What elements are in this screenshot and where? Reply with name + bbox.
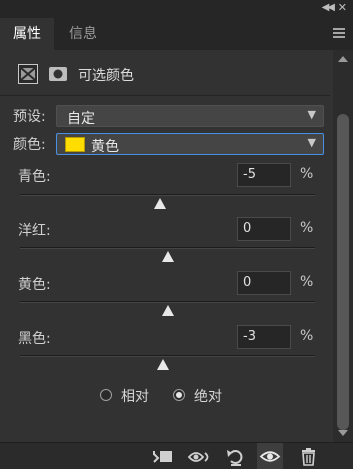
clip-to-layer-button[interactable] [150, 446, 176, 468]
colors-label: 颜色: [13, 137, 46, 153]
tab-info[interactable]: 信息 [56, 18, 110, 50]
relative-radio[interactable] [100, 389, 112, 401]
collapse-panels-icon[interactable]: ◀◀ [322, 2, 335, 13]
magenta-slider-thumb[interactable] [161, 251, 174, 262]
toggle-visibility-button[interactable] [257, 443, 283, 469]
properties-panel: 可选颜色 预设: 自定 ▼ 颜色: 黄色 ▼ 青色: -5 % 洋红: 0 % … [0, 50, 353, 442]
absolute-label: 绝对 [194, 389, 222, 405]
black-value: -3 [243, 329, 256, 344]
black-label: 黑色: [18, 331, 51, 347]
preset-value: 自定 [67, 111, 95, 127]
delete-button[interactable] [296, 446, 322, 468]
cyan-percent-unit: % [300, 166, 314, 182]
cyan-input[interactable]: -5 [237, 163, 291, 187]
black-slider-thumb[interactable] [157, 359, 170, 370]
black-percent-unit: % [300, 328, 314, 344]
tab-properties[interactable]: 属性 [0, 18, 54, 50]
layer-mask-icon[interactable] [48, 64, 68, 84]
chevron-down-icon: ▼ [307, 108, 316, 121]
panel-tabs: 属性 信息 [0, 18, 353, 50]
header-divider [0, 95, 330, 96]
magenta-input[interactable]: 0 [237, 217, 291, 241]
preset-select[interactable]: 自定 ▼ [56, 105, 324, 127]
panel-top-strip: ◀◀ ✕ [0, 0, 353, 18]
panel-menu-icon[interactable] [333, 28, 345, 38]
scrollbar-thumb[interactable] [337, 114, 349, 430]
clip-to-layer-icon [153, 451, 172, 463]
yellow-slider-thumb[interactable] [161, 305, 174, 316]
close-panel-icon[interactable]: ✕ [338, 1, 347, 14]
reset-adjustment-icon [227, 450, 243, 466]
cyan-value: -5 [243, 167, 256, 182]
magenta-value: 0 [243, 221, 252, 236]
relative-label: 相对 [121, 389, 149, 405]
absolute-radio[interactable] [173, 389, 185, 401]
yellow-input[interactable]: 0 [237, 271, 291, 295]
adjustment-title: 可选颜色 [78, 68, 134, 84]
black-slider-track[interactable] [20, 355, 315, 357]
toggle-visibility-icon [259, 451, 281, 462]
preset-label: 预设: [13, 109, 46, 125]
magenta-label: 洋红: [18, 223, 51, 239]
panel-scrollbar[interactable] [333, 50, 353, 442]
magenta-percent-unit: % [300, 220, 314, 236]
trash-icon [302, 448, 315, 466]
selective-color-adjustment-icon[interactable] [18, 64, 38, 84]
magenta-slider-track[interactable] [20, 247, 315, 249]
cyan-slider-track[interactable] [20, 194, 315, 196]
scroll-down-icon[interactable] [338, 430, 348, 436]
panel-bottom-bar [0, 442, 353, 469]
yellow-value: 0 [243, 275, 252, 290]
black-input[interactable]: -3 [237, 325, 291, 349]
cyan-label: 青色: [18, 169, 51, 185]
view-previous-state-button[interactable] [186, 446, 212, 468]
colors-value: 黄色 [91, 139, 119, 155]
yellow-slider-track[interactable] [20, 301, 315, 303]
cyan-slider-thumb[interactable] [154, 198, 167, 209]
reset-adjustment-button[interactable] [223, 446, 249, 468]
color-swatch [65, 137, 85, 152]
colors-select[interactable]: 黄色 ▼ [56, 133, 324, 155]
yellow-label: 黄色: [18, 277, 51, 293]
yellow-percent-unit: % [300, 274, 314, 290]
view-previous-state-icon [187, 452, 209, 462]
chevron-down-icon: ▼ [307, 136, 316, 149]
scroll-up-icon[interactable] [338, 56, 348, 62]
